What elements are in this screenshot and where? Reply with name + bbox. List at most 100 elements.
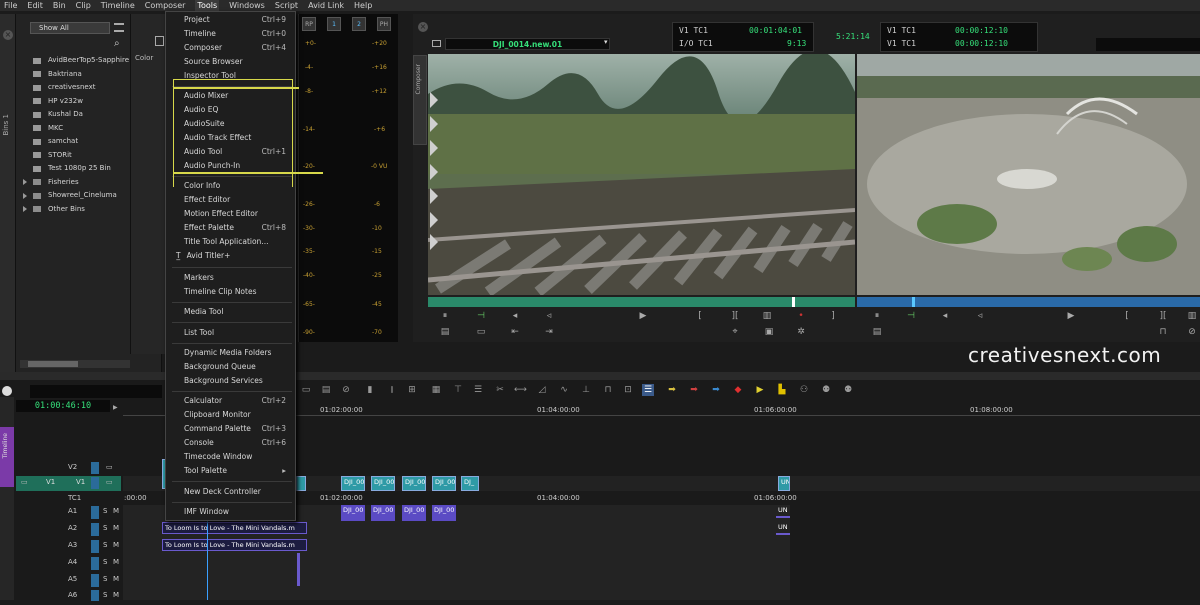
- menu-help[interactable]: Help: [354, 0, 372, 11]
- yellow-block-icon[interactable]: ▙: [776, 384, 788, 396]
- menu-composer[interactable]: Composer: [145, 0, 186, 11]
- close-icon[interactable]: ×: [418, 22, 428, 32]
- play-small-icon[interactable]: ▶: [113, 404, 118, 411]
- menu-item-background-services[interactable]: Background Services: [184, 375, 294, 387]
- menu-bin[interactable]: Bin: [53, 0, 66, 11]
- menu-item-media-tool[interactable]: Media Tool: [184, 306, 294, 318]
- group-icon[interactable]: ⚉: [820, 384, 832, 396]
- clear-marks-icon[interactable]: ][: [728, 311, 742, 321]
- link-icon[interactable]: ⚇: [798, 384, 810, 396]
- menu-item-timeline-clip-notes[interactable]: Timeline Clip Notes: [184, 286, 294, 298]
- menu-icon[interactable]: [114, 23, 124, 32]
- menu-avid-link[interactable]: Avid Link: [308, 0, 344, 11]
- track-header-v2[interactable]: V2 ▭: [16, 461, 121, 477]
- menu-item-project[interactable]: Project Ctrl+9: [184, 14, 294, 26]
- clipboard-icon[interactable]: ▤: [320, 384, 332, 396]
- meter-channel-2[interactable]: 2: [352, 17, 366, 31]
- track-lock[interactable]: [91, 557, 99, 570]
- red-diamond-icon[interactable]: ◆: [732, 384, 744, 396]
- menu-clip[interactable]: Clip: [76, 0, 91, 11]
- meter-channel-1[interactable]: 1: [327, 17, 341, 31]
- blue-arrow-icon[interactable]: ➡: [710, 384, 722, 396]
- top-icon[interactable]: ⊤: [452, 384, 464, 396]
- menu-item-tool-palette[interactable]: Tool Palette ▸: [184, 465, 294, 477]
- smooth-icon[interactable]: ∿: [558, 384, 570, 396]
- camera-icon[interactable]: ▤: [870, 327, 884, 337]
- sync-icon[interactable]: ⊡: [622, 384, 634, 396]
- mute-button[interactable]: M: [113, 591, 119, 599]
- panel-icon[interactable]: [155, 36, 164, 46]
- menu-item-title-tool[interactable]: Title Tool Application...: [184, 236, 294, 248]
- record-position-indicator[interactable]: [912, 297, 915, 307]
- menu-item-command-palette[interactable]: Command Palette Ctrl+3: [184, 423, 294, 435]
- bin-side-tab[interactable]: Bins 1: [0, 14, 16, 372]
- menu-item-timecode-window[interactable]: Timecode Window: [184, 451, 294, 463]
- list-view-icon[interactable]: ☰: [642, 384, 654, 396]
- step-back-icon[interactable]: ◃: [973, 311, 987, 321]
- source-position-bar[interactable]: [428, 297, 855, 307]
- menu-item-effect-editor[interactable]: Effect Editor: [184, 194, 294, 206]
- monitor-icon[interactable]: [432, 40, 441, 47]
- menu-icon[interactable]: ☰: [472, 384, 484, 396]
- play-icon[interactable]: ▶: [1064, 311, 1078, 321]
- add-edit-icon[interactable]: ⊞: [406, 384, 418, 396]
- track-header-a6[interactable]: A6 S M: [16, 589, 121, 605]
- menu-item-background-queue[interactable]: Background Queue: [184, 361, 294, 373]
- track-lock[interactable]: [91, 477, 99, 489]
- audio-fade-marker[interactable]: [297, 553, 300, 586]
- track-header-a4[interactable]: A4 S M: [16, 556, 121, 572]
- track-lock[interactable]: [91, 462, 99, 474]
- meter-ph-button[interactable]: PH: [377, 17, 391, 31]
- menu-item-list-tool[interactable]: List Tool: [184, 327, 294, 339]
- source-position-indicator[interactable]: [792, 297, 795, 307]
- splice-icon[interactable]: ▮: [364, 384, 376, 396]
- chevron-down-icon[interactable]: ▾: [604, 38, 608, 46]
- track-header-a3[interactable]: A3 S M: [16, 539, 121, 555]
- solo-button[interactable]: S: [103, 524, 107, 532]
- match-frame-icon[interactable]: ⌖: [728, 327, 742, 337]
- track-header-v1[interactable]: ▭ V1 V1 ▭: [16, 476, 121, 491]
- mute-button[interactable]: M: [113, 524, 119, 532]
- menu-file[interactable]: File: [4, 0, 17, 11]
- track-lock[interactable]: [91, 540, 99, 553]
- step-back-icon[interactable]: ◃: [542, 311, 556, 321]
- rewind-icon[interactable]: ◂: [938, 311, 952, 321]
- solo-button[interactable]: S: [103, 575, 107, 583]
- bin-view-dropdown[interactable]: Show All: [30, 22, 110, 34]
- expand-arrow-icon[interactable]: [23, 192, 27, 199]
- record-timecode-display[interactable]: V1 TC1 00:00:12:10 V1 TC1 00:00:12:10: [880, 22, 1038, 52]
- video-clip[interactable]: DJI_00: [402, 476, 426, 491]
- solo-button[interactable]: S: [103, 541, 107, 549]
- track-lock[interactable]: [91, 506, 99, 519]
- red-arrow-icon[interactable]: ➡: [688, 384, 700, 396]
- step-icon[interactable]: ⊣: [474, 311, 488, 321]
- menu-item-composer[interactable]: Composer Ctrl+4: [184, 42, 294, 54]
- audio-clip[interactable]: UN: [776, 505, 790, 518]
- effect-mode-icon[interactable]: ✲: [794, 327, 808, 337]
- sync-icon[interactable]: ⊘: [1185, 327, 1199, 337]
- solo-button[interactable]: S: [103, 558, 107, 566]
- monitor-icon[interactable]: ▭: [106, 463, 113, 471]
- close-icon[interactable]: [2, 386, 12, 396]
- lift-icon[interactable]: ⫾: [386, 384, 398, 396]
- source-patch-icon[interactable]: ▭: [21, 478, 28, 486]
- clear-marks-icon[interactable]: ][: [1156, 311, 1170, 321]
- segment-icon[interactable]: ▭: [300, 384, 312, 396]
- menu-item-calculator[interactable]: Calculator Ctrl+2: [184, 395, 294, 407]
- audio-clip[interactable]: DJI_00: [402, 505, 426, 521]
- scroll-thumb[interactable]: [28, 361, 78, 367]
- ramp-icon[interactable]: ◿: [536, 384, 548, 396]
- mute-button[interactable]: M: [113, 541, 119, 549]
- snap-icon[interactable]: ⊓: [602, 384, 614, 396]
- menu-item-clipboard-monitor[interactable]: Clipboard Monitor: [184, 409, 294, 421]
- record-position-bar[interactable]: [857, 297, 1200, 307]
- audio-clip[interactable]: DJI_00: [341, 505, 365, 521]
- video-clip-edge[interactable]: [296, 476, 306, 491]
- menu-item-markers[interactable]: Markers: [184, 272, 294, 284]
- yellow-play-icon[interactable]: ▶: [754, 384, 766, 396]
- menu-item-console[interactable]: Console Ctrl+6: [184, 437, 294, 449]
- close-icon[interactable]: ×: [3, 30, 13, 40]
- audio-clip[interactable]: DJI_00: [432, 505, 456, 521]
- mark-in-icon[interactable]: [: [693, 311, 707, 321]
- video-clip[interactable]: DJI_00: [371, 476, 395, 491]
